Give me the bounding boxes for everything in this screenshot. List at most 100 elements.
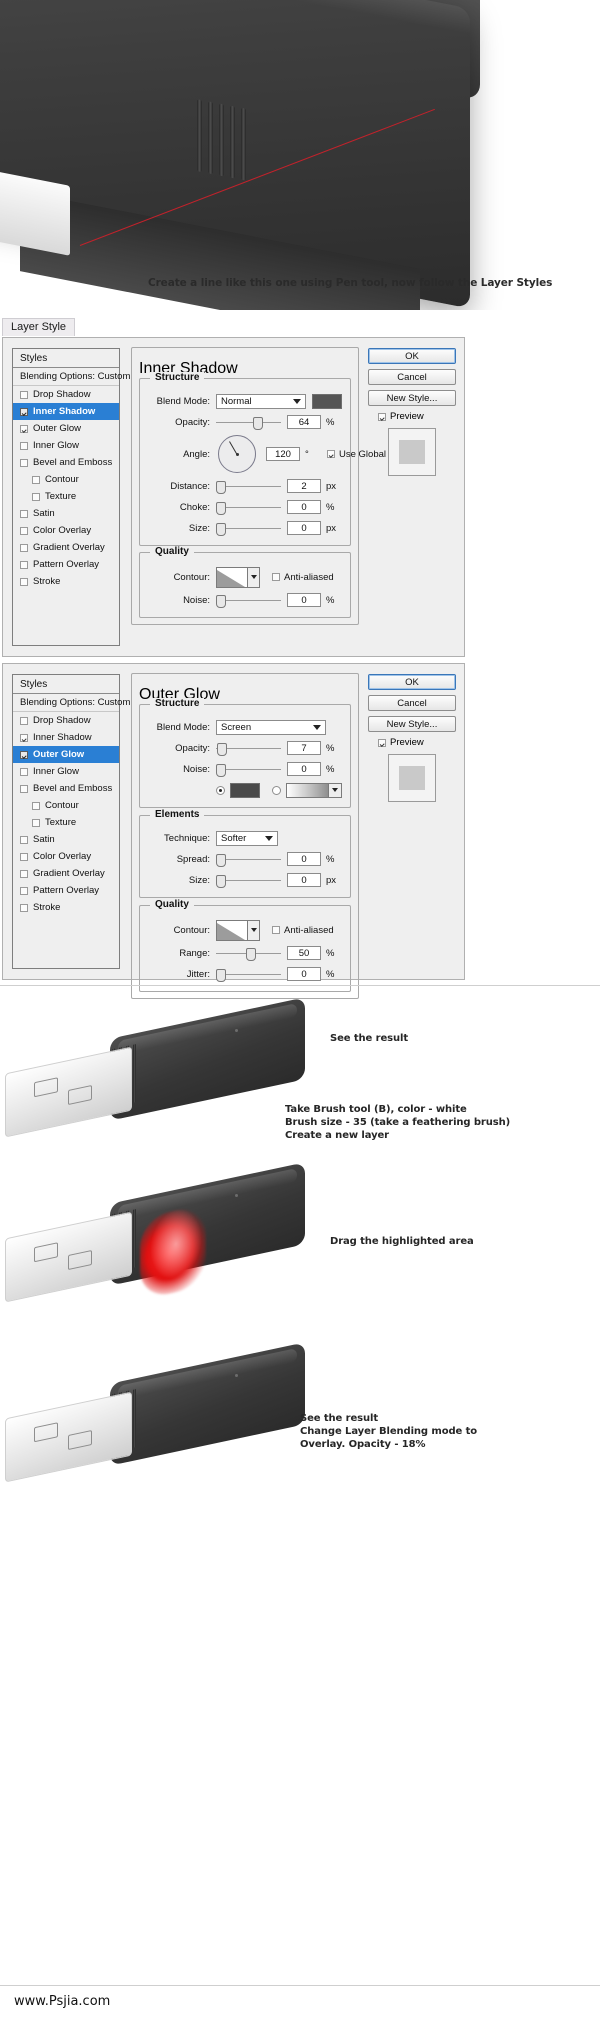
range-slider[interactable] (216, 947, 281, 961)
choke-slider[interactable] (216, 501, 281, 515)
noise-slider[interactable] (216, 763, 281, 777)
noise-value[interactable]: 0 (287, 762, 321, 776)
new-style-button[interactable]: New Style... (368, 390, 456, 406)
ok-button[interactable]: OK (368, 348, 456, 364)
checkbox-gradient-overlay[interactable] (20, 869, 28, 878)
checkbox-inner-glow[interactable] (20, 767, 28, 776)
angle-dial[interactable] (218, 435, 256, 473)
glow-color-swatch[interactable] (230, 782, 260, 798)
style-row-satin[interactable]: Satin (13, 505, 119, 522)
checkbox-stroke[interactable] (20, 903, 28, 912)
checkbox-bevel-and-emboss[interactable] (20, 784, 28, 793)
cancel-button[interactable]: Cancel (368, 369, 456, 385)
choke-value[interactable]: 0 (287, 500, 321, 514)
checkbox-texture[interactable] (32, 818, 40, 827)
checkbox-inner-shadow[interactable] (20, 407, 28, 416)
checkbox-satin[interactable] (20, 835, 28, 844)
radio-solid-color[interactable] (216, 785, 225, 795)
checkbox-outer-glow[interactable] (20, 424, 28, 433)
checkbox-gradient-overlay[interactable] (20, 543, 28, 552)
style-row-contour[interactable]: Contour (13, 471, 119, 488)
size-value[interactable]: 0 (287, 873, 321, 887)
size-slider[interactable] (216, 522, 281, 536)
noise-value[interactable]: 0 (287, 593, 321, 607)
checkbox-color-overlay[interactable] (20, 526, 28, 535)
spread-value[interactable]: 0 (287, 852, 321, 866)
checkbox-texture[interactable] (32, 492, 40, 501)
checkbox-bevel-and-emboss[interactable] (20, 458, 28, 467)
preview-checkbox[interactable]: Preview (378, 411, 456, 422)
checkbox-color-overlay[interactable] (20, 852, 28, 861)
jitter-slider[interactable] (216, 968, 281, 982)
checkbox-drop-shadow[interactable] (20, 716, 28, 725)
angle-value[interactable]: 120 (266, 447, 300, 461)
style-row-gradient-overlay[interactable]: Gradient Overlay (13, 539, 119, 556)
contour-preview[interactable] (216, 566, 248, 588)
style-row-pattern-overlay[interactable]: Pattern Overlay (13, 882, 119, 899)
structure-group: Structure Blend Mode: Screen Opacity: 7 … (139, 698, 351, 808)
checkbox-inner-shadow[interactable] (20, 733, 28, 742)
style-row-color-overlay[interactable]: Color Overlay (13, 522, 119, 539)
cancel-button[interactable]: Cancel (368, 695, 456, 711)
checkbox-outer-glow[interactable] (20, 750, 28, 759)
size-slider[interactable] (216, 874, 281, 888)
style-row-inner-glow[interactable]: Inner Glow (13, 437, 119, 454)
opacity-slider[interactable] (216, 416, 281, 430)
style-row-inner-shadow[interactable]: Inner Shadow (13, 729, 119, 746)
jitter-value[interactable]: 0 (287, 967, 321, 981)
blend-mode-select[interactable]: Screen (216, 719, 326, 735)
style-row-bevel-and-emboss[interactable]: Bevel and Emboss (13, 780, 119, 797)
style-row-pattern-overlay[interactable]: Pattern Overlay (13, 556, 119, 573)
blending-options-row[interactable]: Blending Options: Custom (13, 694, 130, 712)
style-row-outer-glow[interactable]: Outer Glow (13, 746, 119, 763)
opacity-slider[interactable] (216, 742, 281, 756)
site-url[interactable]: www.Psjia.com (14, 1994, 110, 2009)
spread-slider[interactable] (216, 853, 281, 867)
noise-slider[interactable] (216, 594, 281, 608)
distance-slider[interactable] (216, 480, 281, 494)
anti-aliased-checkbox[interactable]: Anti-aliased (272, 572, 334, 583)
glow-gradient-bar[interactable] (286, 782, 329, 798)
anti-aliased-checkbox[interactable]: Anti-aliased (272, 925, 334, 936)
contour-preview[interactable] (216, 919, 248, 941)
checkbox-inner-glow[interactable] (20, 441, 28, 450)
checkbox-pattern-overlay[interactable] (20, 560, 28, 569)
style-row-inner-shadow[interactable]: Inner Shadow (13, 403, 119, 420)
blend-mode-select[interactable]: Normal (216, 393, 306, 409)
style-row-texture[interactable]: Texture (13, 488, 119, 505)
size-value[interactable]: 0 (287, 521, 321, 535)
gradient-dropdown-arrow-icon[interactable] (329, 782, 342, 798)
style-row-satin[interactable]: Satin (13, 831, 119, 848)
style-row-outer-glow[interactable]: Outer Glow (13, 420, 119, 437)
ok-button[interactable]: OK (368, 674, 456, 690)
technique-select[interactable]: Softer (216, 830, 278, 846)
opacity-value[interactable]: 64 (287, 415, 321, 429)
style-row-bevel-and-emboss[interactable]: Bevel and Emboss (13, 454, 119, 471)
range-value[interactable]: 50 (287, 946, 321, 960)
style-row-drop-shadow[interactable]: Drop Shadow (13, 386, 119, 403)
opacity-value[interactable]: 7 (287, 741, 321, 755)
checkbox-contour[interactable] (32, 801, 40, 810)
contour-dropdown-arrow-icon[interactable] (248, 919, 260, 941)
style-row-drop-shadow[interactable]: Drop Shadow (13, 712, 119, 729)
style-row-gradient-overlay[interactable]: Gradient Overlay (13, 865, 119, 882)
checkbox-satin[interactable] (20, 509, 28, 518)
style-row-texture[interactable]: Texture (13, 814, 119, 831)
layer-style-tab[interactable]: Layer Style (2, 318, 76, 336)
style-row-stroke[interactable]: Stroke (13, 573, 119, 590)
contour-dropdown-arrow-icon[interactable] (248, 566, 260, 588)
style-row-inner-glow[interactable]: Inner Glow (13, 763, 119, 780)
radio-gradient[interactable] (272, 785, 281, 795)
style-row-stroke[interactable]: Stroke (13, 899, 119, 916)
distance-value[interactable]: 2 (287, 479, 321, 493)
style-row-contour[interactable]: Contour (13, 797, 119, 814)
checkbox-pattern-overlay[interactable] (20, 886, 28, 895)
style-row-color-overlay[interactable]: Color Overlay (13, 848, 119, 865)
blending-options-row[interactable]: Blending Options: Custom (13, 368, 130, 386)
shadow-color-swatch[interactable] (312, 393, 342, 409)
checkbox-stroke[interactable] (20, 577, 28, 586)
checkbox-drop-shadow[interactable] (20, 390, 28, 399)
preview-checkbox[interactable]: Preview (378, 737, 456, 748)
checkbox-contour[interactable] (32, 475, 40, 484)
new-style-button[interactable]: New Style... (368, 716, 456, 732)
